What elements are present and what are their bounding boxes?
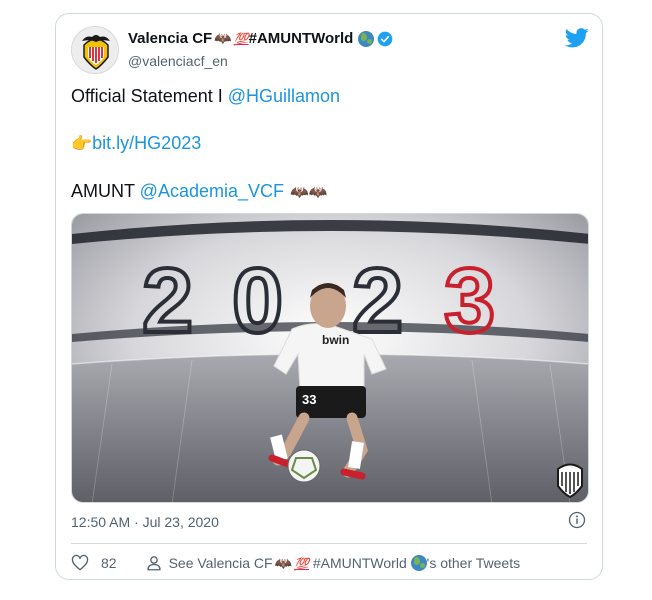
divider: [71, 543, 587, 544]
author-name-row[interactable]: Valencia CF 🦇 💯 #AMUNTWorld: [128, 30, 393, 47]
bat-emojis: 🦇🦇: [290, 183, 328, 201]
see-bat-emoji: 🦇: [274, 555, 293, 572]
see-other-tweets-link[interactable]: See Valencia CF 🦇 💯 #AMUNTWorld 's other T…: [168, 554, 521, 572]
see-globe-icon: [410, 554, 427, 571]
shirt-sponsor: bwin: [322, 333, 349, 347]
year-digit-2: 0: [232, 250, 283, 352]
avatar[interactable]: [71, 26, 119, 74]
shirt-number: 33: [302, 392, 316, 407]
see-hundred-emoji: 💯: [294, 556, 309, 571]
bat-emoji: 🦇: [214, 30, 232, 47]
year-digit-1: 2: [142, 250, 193, 352]
valencia-crest-icon: [72, 27, 118, 73]
tweet-link[interactable]: bit.ly/HG2023: [92, 133, 201, 153]
tweet-actions: 82 See Valencia CF 🦇 💯 #AMUNTWorld 's othe…: [71, 554, 520, 572]
person-icon[interactable]: [145, 554, 163, 572]
author-handle[interactable]: @valenciacf_en: [128, 53, 228, 69]
tweet-media-image[interactable]: 2 0 2 3 bwin 33: [71, 213, 589, 503]
like-count[interactable]: 82: [101, 555, 117, 571]
tweet-card[interactable]: Valencia CF 🦇 💯 #AMUNTWorld @valenciacf_…: [55, 13, 603, 580]
tweet-text-line-3: AMUNT @Academia_VCF 🦇🦇: [71, 181, 327, 202]
mention-academia-vcf[interactable]: @Academia_VCF: [140, 181, 284, 201]
player-announcement-graphic: 2 0 2 3 bwin 33: [72, 214, 588, 502]
heart-icon[interactable]: [71, 554, 89, 572]
pointing-hand-emoji: 👉: [71, 134, 93, 154]
hundred-emoji: 💯: [233, 31, 249, 46]
info-icon[interactable]: [568, 511, 586, 529]
tweet-timestamp[interactable]: 12:50 AM · Jul 23, 2020: [71, 514, 219, 530]
statement-text: Official Statement I: [71, 86, 228, 106]
globe-icon: [358, 30, 375, 47]
display-name[interactable]: Valencia CF: [128, 30, 212, 47]
see-suffix: #AMUNTWorld: [308, 554, 411, 571]
twitter-bird-icon[interactable]: [565, 28, 589, 48]
year-digit-4: 3: [444, 250, 495, 352]
see-prefix: See Valencia CF: [168, 554, 273, 571]
tweet-text-line-2: 👉bit.ly/HG2023: [71, 133, 201, 154]
tweet-text-line-1: Official Statement I @HGuillamon: [71, 86, 340, 107]
see-tail: 's other Tweets: [426, 554, 521, 571]
display-name-hashtag[interactable]: #AMUNTWorld: [249, 30, 354, 47]
mention-hguillamon[interactable]: @HGuillamon: [228, 86, 340, 106]
amunt-text: AMUNT: [71, 181, 140, 201]
verified-badge-icon: [377, 31, 393, 46]
